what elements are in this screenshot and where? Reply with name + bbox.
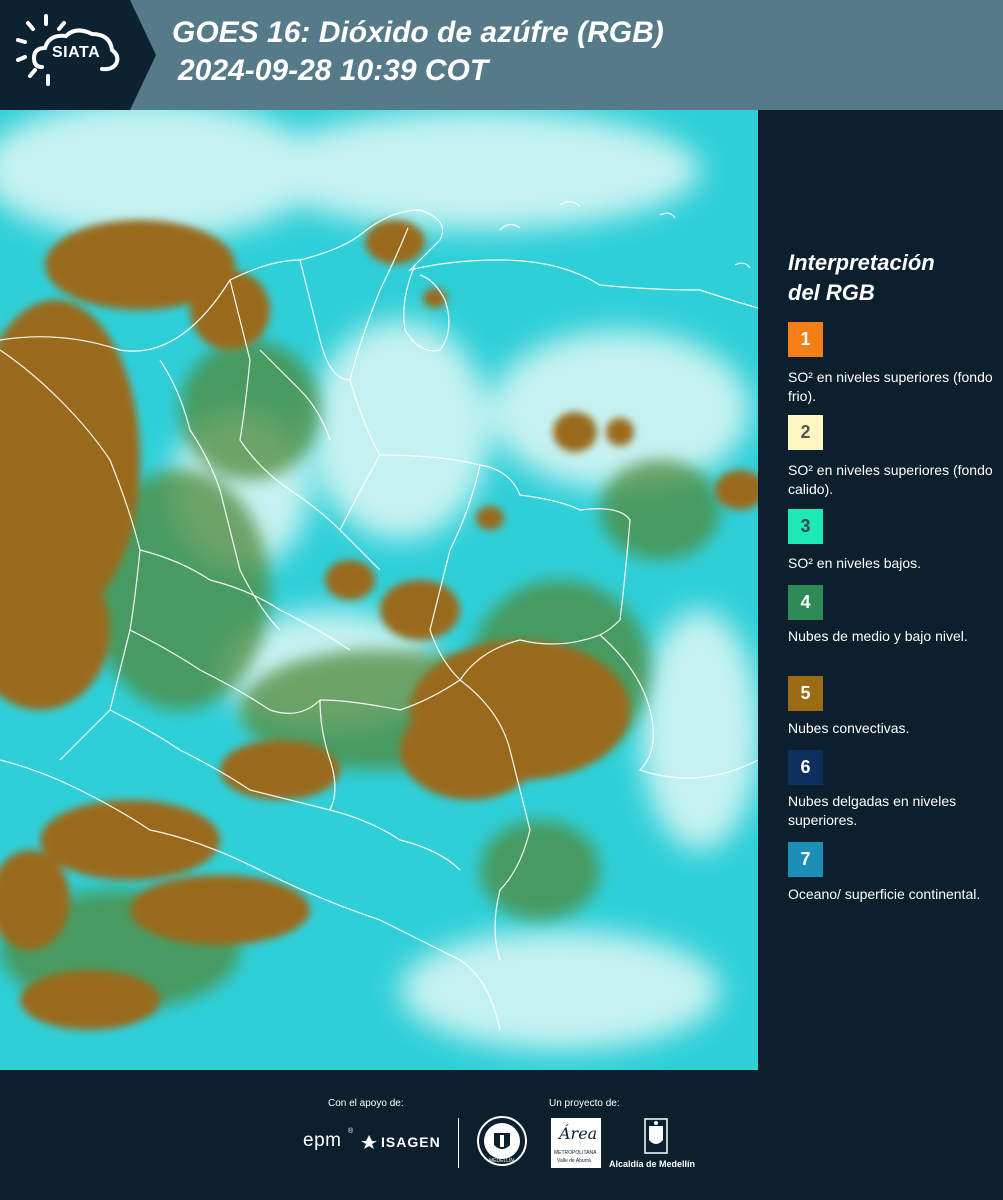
- legend-number-1: 1: [800, 329, 811, 349]
- legend-label-3: SO² en niveles bajos.: [788, 555, 922, 571]
- seal-text: MEDELLÍN: [489, 1158, 515, 1164]
- title-timestamp: 2024-09-28 10:39 COT: [178, 54, 489, 87]
- support-label: Con el apoyo de:: [328, 1098, 404, 1109]
- satellite-image: [0, 110, 758, 1070]
- logo-text: SIATA: [52, 44, 101, 61]
- coat-of-arms-icon: [644, 1118, 668, 1154]
- area-logo-name: Área: [559, 1124, 598, 1143]
- legend-number-2: 2: [800, 422, 811, 442]
- header-bar: SIATA GOES 16: Dióxido de azúfre (RGB) 2…: [0, 0, 1003, 110]
- legend-number-4: 4: [800, 592, 811, 612]
- project-label: Un proyecto de:: [549, 1098, 620, 1109]
- legend-number-3: 3: [800, 516, 811, 536]
- legend-title-line2: del RGB: [788, 280, 875, 305]
- epm-logo: epm: [303, 1130, 342, 1151]
- legend-swatch-3: 3: [788, 509, 823, 544]
- title-product: GOES 16: Dióxido de azúfre (RGB): [172, 16, 664, 49]
- legend-title: Interpretación del RGB: [788, 248, 935, 308]
- page-title: GOES 16: Dióxido de azúfre (RGB) 2024-09…: [172, 14, 664, 90]
- rgb-legend: Interpretación del RGB 1 SO² en niveles …: [760, 110, 1003, 1070]
- footer-divider: [458, 1118, 459, 1168]
- legend-label-1: SO² en niveles superiores (fondo frio).: [788, 369, 993, 404]
- alcaldia-logo: Alcaldía de Medellín: [609, 1159, 696, 1169]
- legend-swatch-6: 6: [788, 750, 823, 785]
- logo-arrow-shape: [130, 0, 156, 110]
- legend-label-6: Nubes delgadas en niveles superiores.: [788, 793, 957, 828]
- legend-label-2: SO² en niveles superiores (fondo calido)…: [788, 462, 993, 497]
- isagen-mark-icon: [361, 1135, 377, 1149]
- siata-logo[interactable]: SIATA: [0, 0, 130, 110]
- legend-number-5: 5: [800, 683, 811, 703]
- area-logo-sub2: Valle de Aburrá: [557, 1158, 591, 1164]
- legend-swatch-5: 5: [788, 676, 823, 711]
- area-logo-sub1: METROPOLITANA: [554, 1150, 597, 1156]
- footer-bar: Con el apoyo de: Un proyecto de: epm ® I…: [0, 1070, 1003, 1200]
- legend-swatch-2: 2: [788, 415, 823, 450]
- area-metropolitana-logo: Área METROPOLITANA Valle de Aburrá: [551, 1118, 601, 1168]
- legend-swatch-7: 7: [788, 842, 823, 877]
- legend-label-7: Oceano/ superficie continental.: [788, 886, 981, 902]
- legend-number-7: 7: [800, 849, 811, 869]
- legend-title-line1: Interpretación: [788, 250, 935, 275]
- registered-mark: ®: [348, 1128, 354, 1135]
- legend-label-5: Nubes convectivas.: [788, 720, 910, 736]
- satellite-map[interactable]: [0, 110, 758, 1070]
- legend-number-6: 6: [800, 757, 811, 777]
- legend-label-4: Nubes de medio y bajo nivel.: [788, 628, 968, 644]
- legend-swatch-1: 1: [788, 322, 823, 357]
- legend-swatch-4: 4: [788, 585, 823, 620]
- isagen-logo: ISAGEN: [381, 1134, 441, 1150]
